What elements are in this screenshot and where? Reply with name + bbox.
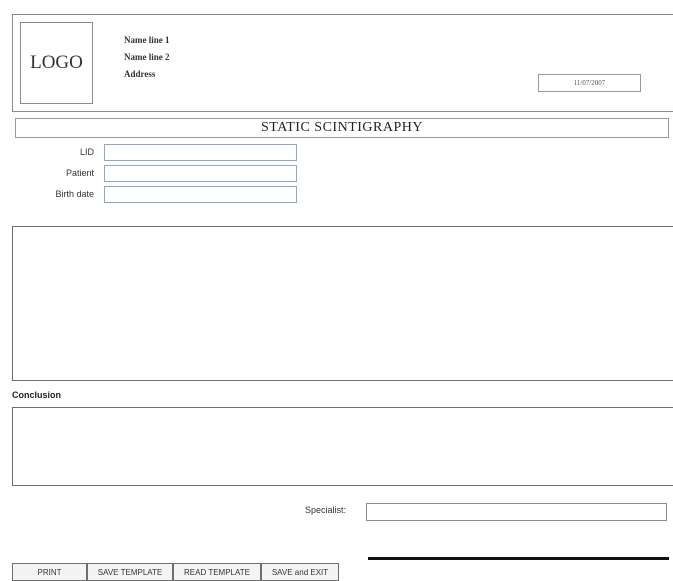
patient-field[interactable]: [104, 165, 297, 182]
read-template-button[interactable]: READ TEMPLATE: [173, 563, 261, 581]
lid-label: LID: [79, 147, 94, 157]
conclusion-text-area[interactable]: [12, 407, 673, 486]
save-template-button[interactable]: SAVE TEMPLATE: [87, 563, 173, 581]
conclusion-label: Conclusion: [12, 390, 61, 400]
report-header: [12, 14, 673, 112]
name-line-1: Name line 1: [124, 35, 170, 45]
birth-date-label: Birth date: [55, 189, 94, 199]
save-and-exit-button[interactable]: SAVE and EXIT: [261, 563, 339, 581]
patient-label: Patient: [65, 168, 94, 178]
specialist-field[interactable]: [366, 503, 667, 521]
findings-text-area[interactable]: [12, 226, 673, 381]
birth-date-field[interactable]: [104, 186, 297, 203]
date-field[interactable]: 11/07/2007: [538, 74, 641, 92]
signature-line: [368, 557, 669, 560]
lid-field[interactable]: [104, 144, 297, 161]
logo: LOGO: [20, 22, 93, 104]
specialist-label: Specialist:: [305, 505, 347, 515]
name-line-2: Name line 2: [124, 52, 170, 62]
address: Address: [124, 69, 156, 79]
report-title: STATIC SCINTIGRAPHY: [15, 118, 669, 138]
print-button[interactable]: PRINT: [12, 563, 87, 581]
